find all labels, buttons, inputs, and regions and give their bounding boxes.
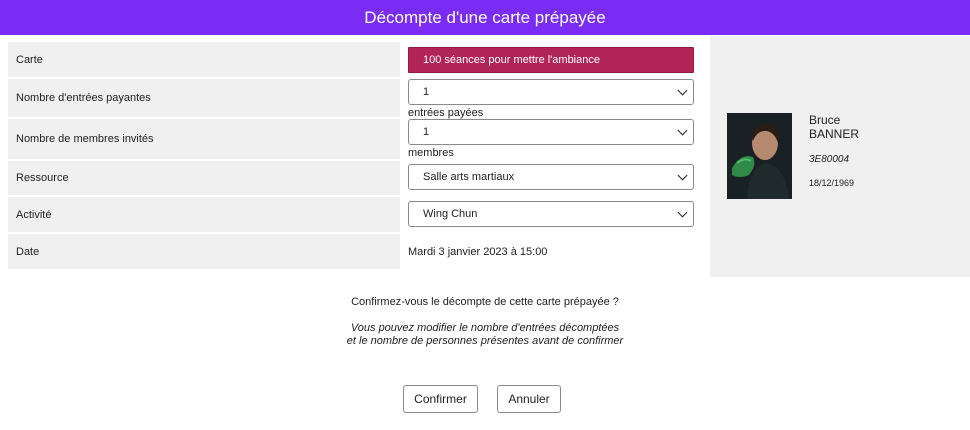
chevron-down-icon <box>677 125 688 136</box>
paid-entries-label: Nombre d'entrées payantes <box>8 79 400 117</box>
guests-value: 1 <box>423 126 430 138</box>
member-birthdate: 18/12/1969 <box>809 178 855 188</box>
member-portrait-image <box>727 113 792 199</box>
member-id: 3E80004 <box>809 154 850 165</box>
resource-select[interactable]: Salle arts martiaux <box>408 164 694 190</box>
chevron-down-icon <box>677 170 688 181</box>
member-photo <box>727 113 792 199</box>
member-panel: Bruce BANNER 3E80004 18/12/1969 <box>710 36 970 277</box>
guests-unit: membres <box>408 147 454 159</box>
confirm-button[interactable]: Confirmer <box>403 385 478 413</box>
activity-select[interactable]: Wing Chun <box>408 201 694 227</box>
guests-select[interactable]: 1 <box>408 119 694 145</box>
cancel-button[interactable]: Annuler <box>497 385 561 413</box>
activity-row: Activité Wing Chun <box>8 197 700 232</box>
paid-entries-value: 1 <box>423 86 430 98</box>
card-button[interactable]: 100 séances pour mettre l'ambiance <box>408 47 694 73</box>
resource-label: Ressource <box>8 161 400 195</box>
resource-row: Ressource Salle arts martiaux <box>8 161 700 195</box>
guests-label: Nombre de membres invités <box>8 119 400 159</box>
date-row: Date Mardi 3 janvier 2023 à 15:00 <box>8 234 700 269</box>
card-label: Carte <box>8 42 400 77</box>
confirmation-note-line1: Vous pouvez modifier le nombre d'entrées… <box>350 322 620 334</box>
member-first-name: Bruce <box>809 113 841 127</box>
date-label: Date <box>8 234 400 269</box>
date-value: Mardi 3 janvier 2023 à 15:00 <box>408 245 548 258</box>
activity-value: Wing Chun <box>423 208 478 220</box>
dialog-title: Décompte d'une carte prépayée <box>0 0 970 35</box>
paid-entries-select[interactable]: 1 <box>408 79 694 105</box>
guests-row: Nombre de membres invités 1 membres <box>8 119 700 159</box>
chevron-down-icon <box>677 207 688 218</box>
member-last-name: BANNER <box>809 127 860 141</box>
resource-value: Salle arts martiaux <box>423 171 515 183</box>
paid-entries-unit: entrées payées <box>408 107 484 119</box>
chevron-down-icon <box>677 85 688 96</box>
card-row: Carte 100 séances pour mettre l'ambiance <box>8 42 700 77</box>
activity-label: Activité <box>8 197 400 232</box>
confirmation-note-line2: et le nombre de personnes présentes avan… <box>346 335 624 347</box>
confirmation-question: Confirmez-vous le décompte de cette cart… <box>351 296 619 308</box>
paid-entries-row: Nombre d'entrées payantes 1 entrées payé… <box>8 79 700 119</box>
